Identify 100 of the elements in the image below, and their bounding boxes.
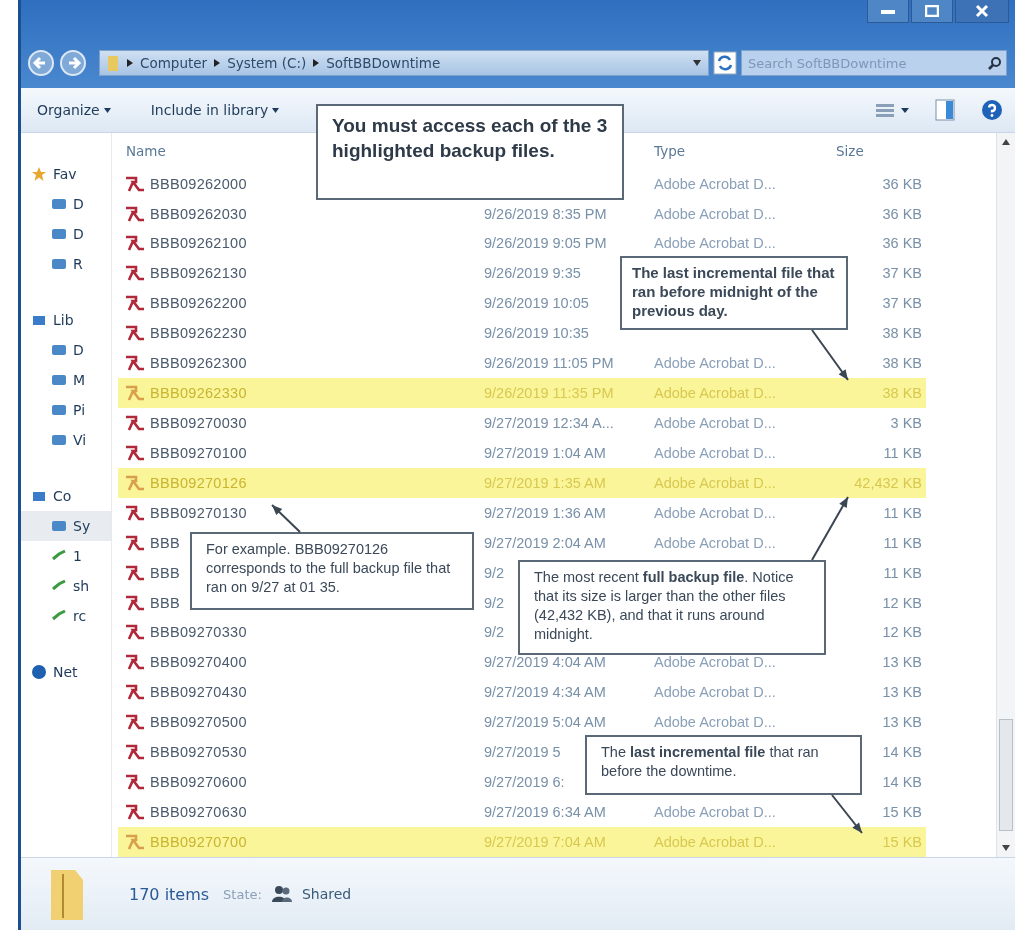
minimize-button[interactable] <box>867 0 909 23</box>
size-cell: 12 KB <box>882 624 922 641</box>
file-name[interactable]: BBB09270600 <box>150 774 247 791</box>
back-button[interactable] <box>27 49 55 77</box>
file-icon <box>124 563 146 582</box>
sidebar-item[interactable]: sh <box>21 571 111 601</box>
type-cell: Adobe Acrobat D... <box>654 444 776 461</box>
file-icon <box>124 832 146 851</box>
sidebar-item[interactable]: Pi <box>21 395 111 425</box>
date-cell: 9/26/2019 9:05 PM <box>484 235 607 252</box>
sidebar-item[interactable]: Lib <box>21 305 111 335</box>
file-name[interactable]: BBB09270430 <box>150 684 247 701</box>
file-name[interactable]: BBB <box>150 534 180 551</box>
type-cell: Adobe Acrobat D... <box>654 355 776 372</box>
caret-icon[interactable] <box>901 107 909 113</box>
chevron-icon <box>126 58 134 68</box>
file-name[interactable]: BBB09270530 <box>150 744 247 761</box>
file-name[interactable]: BBB09270630 <box>150 804 247 820</box>
file-name[interactable]: BBB09262030 <box>150 205 247 222</box>
toolbar-menu-button[interactable]: Organize <box>29 98 119 122</box>
file-icon <box>124 443 146 462</box>
scroll-up-icon[interactable] <box>1002 139 1010 145</box>
refresh-icon[interactable] <box>713 51 737 75</box>
search-field[interactable]: Search SoftBBDowntime <box>741 50 1007 76</box>
sidebar-item[interactable]: Fav <box>21 159 111 189</box>
address-field[interactable]: Computer System (C:) SoftBBDowntime <box>99 50 709 76</box>
file-name[interactable]: BBB09262100 <box>150 235 247 252</box>
people-icon <box>271 885 292 903</box>
file-name[interactable]: BBB09262200 <box>150 295 247 312</box>
type-cell: Adobe Acrobat D... <box>654 714 776 731</box>
dropdown-icon[interactable] <box>692 59 702 67</box>
file-name[interactable]: BBB09262230 <box>150 325 247 342</box>
file-name[interactable]: BBB09262000 <box>150 175 247 192</box>
help-icon[interactable] <box>981 99 1003 121</box>
breadcrumb-item[interactable]: System (C:) <box>227 55 307 71</box>
file-name[interactable]: BBB09262300 <box>150 355 247 372</box>
type-cell: Adobe Acrobat D... <box>654 175 776 192</box>
date-cell: 9/27/2019 5:04 AM <box>484 714 606 731</box>
file-name[interactable]: BBB09270130 <box>150 504 247 521</box>
breadcrumb-item[interactable]: SoftBBDowntime <box>326 55 441 71</box>
file-name[interactable]: BBB <box>150 594 180 611</box>
scrollbar[interactable] <box>996 133 1015 857</box>
maximize-button[interactable] <box>911 0 953 23</box>
file-name[interactable]: BBB09270100 <box>150 444 247 461</box>
date-cell: 9/27/2019 1:04 AM <box>484 444 606 461</box>
sidebar-item[interactable]: D <box>21 219 111 249</box>
type-cell: Adobe Acrobat D... <box>654 833 776 850</box>
caret-icon <box>103 107 111 113</box>
preview-pane-icon[interactable] <box>935 99 955 121</box>
size-cell: 36 KB <box>882 175 922 192</box>
arrow <box>811 329 849 381</box>
sidebar-item[interactable]: 1 <box>21 541 111 571</box>
folder-icon <box>106 54 120 72</box>
file-name[interactable]: BBB09270500 <box>150 714 247 731</box>
sidebar-item[interactable]: R <box>21 249 111 279</box>
arrow <box>831 794 863 834</box>
sidebar-item[interactable]: Co <box>21 481 111 511</box>
state-value: Shared <box>301 886 352 902</box>
file-icon <box>124 294 146 313</box>
size-cell: 11 KB <box>883 534 922 551</box>
file-icon <box>124 204 146 223</box>
date-cell: 9/2 <box>484 564 505 581</box>
file-icon <box>124 324 146 343</box>
sidebar-item[interactable]: M <box>21 365 111 395</box>
file-icon <box>124 234 146 253</box>
breadcrumb-item[interactable]: Computer <box>140 55 208 71</box>
column-header[interactable]: Type <box>654 142 685 159</box>
folder-icon <box>51 403 67 417</box>
file-icon <box>124 503 146 522</box>
column-header[interactable]: Name <box>126 142 166 159</box>
file-icon <box>124 533 146 552</box>
file-name[interactable]: BBB <box>150 564 180 581</box>
file-name[interactable]: BBB09270400 <box>150 654 247 671</box>
caret-icon <box>272 107 280 113</box>
file-name[interactable]: BBB09270330 <box>150 624 247 641</box>
sidebar-item[interactable]: rc <box>21 601 111 631</box>
column-header[interactable]: Size <box>836 142 864 159</box>
size-cell: 14 KB <box>882 744 922 761</box>
size-cell: 37 KB <box>882 295 922 312</box>
sidebar-item[interactable]: Net <box>21 657 111 687</box>
file-name[interactable]: BBB09270030 <box>150 415 247 431</box>
scroll-down-icon[interactable] <box>1002 845 1010 851</box>
scroll-thumb[interactable] <box>999 719 1013 831</box>
date-cell: 9/27/2019 1:35 AM <box>484 474 606 491</box>
file-icon <box>124 623 146 642</box>
sidebar-item[interactable]: D <box>21 189 111 219</box>
sidebar-item[interactable]: Vi <box>21 425 111 455</box>
sidebar-item[interactable]: Sy <box>21 511 111 541</box>
close-button[interactable] <box>955 0 1009 23</box>
toolbar-menu-button[interactable]: Include in library <box>142 98 288 122</box>
file-icon <box>124 593 146 612</box>
type-cell: Adobe Acrobat D... <box>654 504 776 521</box>
network-drive-icon <box>51 609 67 623</box>
sidebar-item[interactable]: D <box>21 335 111 365</box>
file-name[interactable]: BBB09262130 <box>150 265 247 282</box>
forward-button[interactable] <box>59 49 87 77</box>
file-icon <box>124 174 146 193</box>
file-icon <box>124 683 146 702</box>
size-cell: 36 KB <box>882 205 922 222</box>
size-cell: 13 KB <box>882 714 922 731</box>
